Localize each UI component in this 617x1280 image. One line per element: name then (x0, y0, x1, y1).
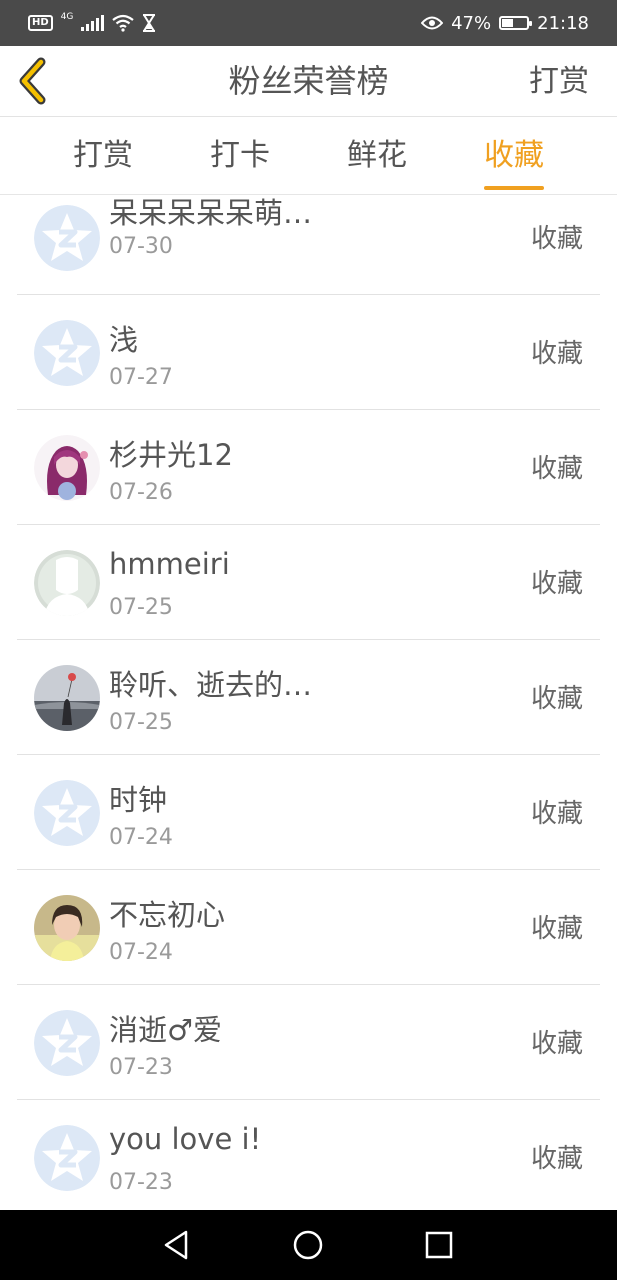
tab-flowers[interactable]: 鲜花 (317, 117, 437, 195)
battery-percent: 47% (451, 12, 492, 34)
app-header: 粉丝荣誉榜 打赏 (0, 46, 617, 117)
tab-favorites[interactable]: 收藏 (454, 117, 574, 195)
tab-label: 打赏 (73, 138, 133, 173)
list-item[interactable]: you love i! 07-23 收藏 (0, 1100, 617, 1210)
list-item[interactable]: 杉井光12 07-26 收藏 (0, 410, 617, 525)
list-item[interactable]: 时钟 07-24 收藏 (0, 755, 617, 870)
favorite-date: 07-27 (109, 365, 173, 390)
page-title: 粉丝荣誉榜 (228, 62, 389, 100)
favorites-list[interactable]: 呆呆呆呆呆萌… 07-30 收藏 浅 07-27 收藏 杉井光12 07-26 … (0, 196, 617, 1210)
favorite-label: 收藏 (530, 339, 583, 369)
system-nav-bar (0, 1210, 617, 1280)
favorite-date: 07-26 (109, 480, 173, 505)
favorite-date: 07-24 (109, 940, 173, 965)
favorite-label: 收藏 (530, 454, 583, 484)
silhouette-avatar[interactable] (34, 550, 100, 616)
status-bar: HD 4G 47% 21:18 (0, 0, 617, 46)
status-left: HD 4G (28, 12, 156, 32)
list-item[interactable]: hmmeiri 07-25 收藏 (0, 525, 617, 640)
hd-icon: HD (28, 15, 53, 31)
favorite-date: 07-25 (109, 595, 173, 620)
tab-label: 鲜花 (347, 138, 407, 173)
user-name: 浅 (109, 323, 139, 357)
signal-icon (81, 15, 105, 31)
balloon-photo-avatar[interactable] (34, 665, 100, 731)
favorite-label: 收藏 (530, 914, 583, 944)
back-triangle-icon[interactable] (156, 1224, 198, 1266)
active-tab-indicator (484, 186, 544, 190)
user-name: hmmeiri (109, 547, 230, 581)
user-name: 不忘初心 (109, 898, 226, 932)
favorite-label: 收藏 (530, 1144, 583, 1174)
list-item[interactable]: 聆听、逝去的… 07-25 收藏 (0, 640, 617, 755)
network-type: 4G (60, 12, 74, 22)
user-name: 杉井光12 (109, 438, 233, 472)
default-star-avatar[interactable] (34, 1010, 100, 1076)
favorite-label: 收藏 (530, 684, 583, 714)
default-star-avatar[interactable] (34, 780, 100, 846)
girl-photo-avatar[interactable] (34, 895, 100, 961)
favorite-date: 07-23 (109, 1170, 173, 1195)
user-name: 消逝♂爱 (109, 1013, 222, 1047)
user-name: 呆呆呆呆呆萌… (109, 196, 313, 230)
favorite-date: 07-24 (109, 825, 173, 850)
tab-bar: 打赏 打卡 鲜花 收藏 (0, 117, 617, 195)
user-name: 聆听、逝去的… (109, 668, 313, 702)
status-right: 47% 21:18 (421, 13, 589, 34)
home-circle-icon[interactable] (287, 1224, 329, 1266)
default-star-avatar[interactable] (34, 205, 100, 271)
list-item[interactable]: 消逝♂爱 07-23 收藏 (0, 985, 617, 1100)
reward-button[interactable]: 打赏 (529, 46, 589, 117)
list-item[interactable]: 不忘初心 07-24 收藏 (0, 870, 617, 985)
user-name: 时钟 (109, 783, 168, 817)
battery-icon (499, 16, 533, 30)
favorite-label: 收藏 (530, 224, 583, 254)
tab-label: 打卡 (210, 138, 270, 173)
anime-girl-avatar[interactable] (34, 435, 100, 501)
recents-square-icon[interactable] (418, 1224, 460, 1266)
battery-fill (502, 19, 514, 27)
favorite-date: 07-30 (109, 234, 173, 259)
clock: 21:18 (537, 12, 589, 34)
tab-checkin[interactable]: 打卡 (180, 117, 300, 195)
list-item[interactable]: 呆呆呆呆呆萌… 07-30 收藏 (0, 196, 617, 295)
favorite-date: 07-23 (109, 1055, 173, 1080)
tab-label: 收藏 (484, 138, 544, 173)
list-item[interactable]: 浅 07-27 收藏 (0, 295, 617, 410)
default-star-avatar[interactable] (34, 320, 100, 386)
favorite-label: 收藏 (530, 569, 583, 599)
wifi-icon (112, 14, 135, 32)
favorite-label: 收藏 (530, 799, 583, 829)
user-name: you love i! (109, 1122, 262, 1156)
hourglass-icon (143, 14, 156, 32)
eye-icon (421, 16, 444, 30)
default-star-avatar[interactable] (34, 1125, 100, 1191)
tab-reward[interactable]: 打赏 (43, 117, 163, 195)
favorite-label: 收藏 (530, 1029, 583, 1059)
favorite-date: 07-25 (109, 710, 173, 735)
